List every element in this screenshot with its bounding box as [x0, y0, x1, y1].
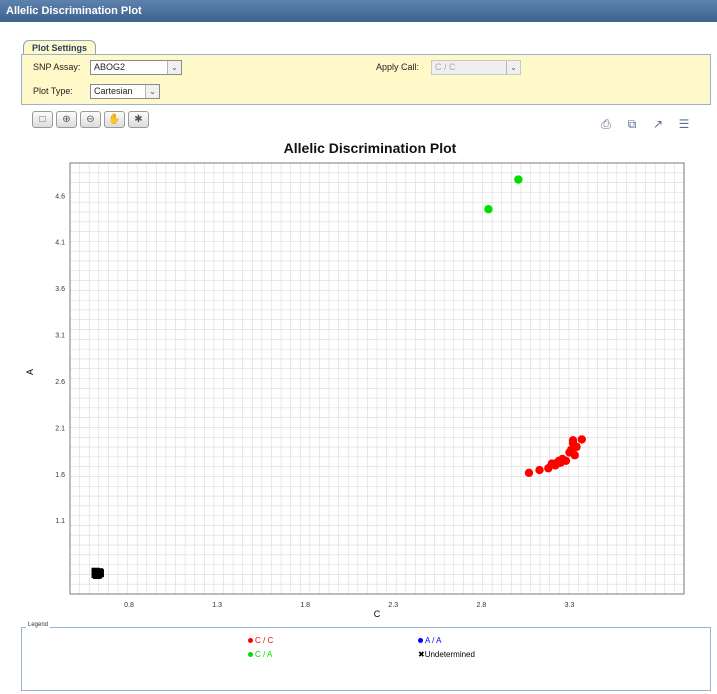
data-point	[572, 442, 581, 452]
y-axis-label: A	[25, 369, 35, 375]
x-tick-label: 1.3	[212, 602, 222, 609]
data-point	[484, 205, 493, 214]
legend-item-cc: C / C	[248, 636, 273, 646]
grid-lines	[70, 163, 684, 594]
y-tick-label: 4.1	[55, 240, 65, 247]
data-point	[570, 451, 579, 460]
y-tick-labels: 1.1 1.6 2.1 2.6 3.1 3.6 4.1 4.6	[55, 193, 65, 525]
x-tick-label: 2.3	[388, 602, 398, 609]
legend-dot-icon	[248, 638, 253, 644]
legend-label: A / A	[425, 636, 442, 645]
scatter-chart[interactable]: 0.8 1.3 1.8 2.3 2.8 3.3 1.1 1.6 2.1 2.6 3.1 3.6 4.1…	[0, 0, 717, 694]
x-axis-label: C	[374, 609, 381, 619]
x-tick-label: 0.8	[124, 602, 134, 609]
y-tick-label: 2.6	[55, 379, 65, 386]
x-tick-label: 3.3	[565, 602, 575, 609]
legend-label: C / A	[255, 650, 273, 659]
x-tick-labels: 0.8 1.3 1.8 2.3 2.8 3.3	[124, 602, 574, 609]
legend-item-aa: A / A	[418, 636, 441, 646]
data-point	[524, 468, 534, 478]
data-point	[577, 435, 587, 444]
x-tick-label: 1.8	[300, 602, 310, 609]
y-tick-label: 2.1	[55, 425, 65, 432]
x-marker-icon: ✖	[418, 650, 425, 659]
y-tick-label: 1.1	[55, 518, 65, 525]
x-tick-label: 2.8	[477, 602, 487, 609]
legend-label: Undetermined	[424, 650, 475, 659]
legend-label: C / C	[255, 636, 274, 645]
y-tick-label: 3.1	[55, 333, 65, 340]
legend-item-ca: C / A	[248, 650, 272, 660]
y-tick-label: 3.6	[55, 286, 65, 293]
data-point	[535, 465, 544, 475]
legend-box	[21, 627, 711, 691]
y-tick-label: 1.6	[55, 472, 65, 479]
legend-item-undetermined: ✖Undetermined	[418, 650, 475, 660]
legend-dot-icon	[418, 638, 423, 644]
legend-dot-icon	[248, 652, 253, 658]
legend-title: Legend	[26, 622, 51, 628]
undetermined-point	[92, 570, 101, 579]
y-tick-label: 4.6	[55, 193, 65, 200]
data-point	[514, 175, 523, 184]
data-point	[561, 456, 571, 465]
